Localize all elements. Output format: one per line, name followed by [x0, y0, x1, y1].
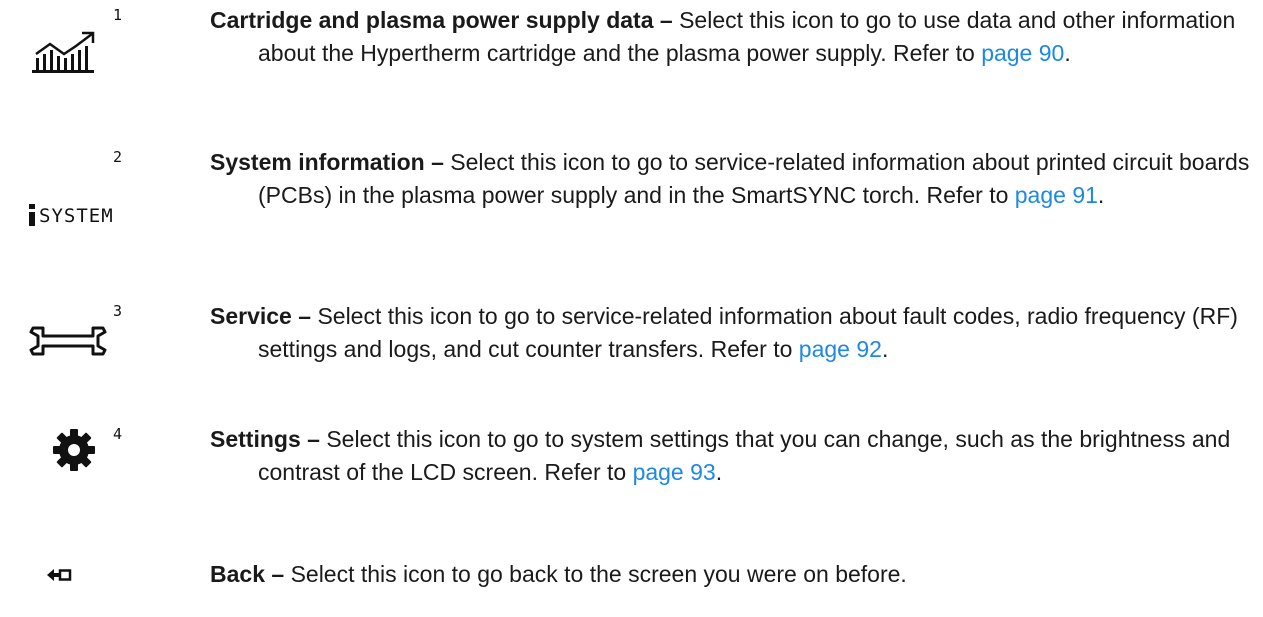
entry-term: Service [210, 303, 292, 329]
entry-dash: – [307, 426, 320, 452]
page-link[interactable]: page 93 [633, 459, 716, 485]
entry-dash: – [298, 303, 312, 329]
entry-description: Back – Select this icon to go back to th… [210, 558, 1263, 591]
back-arrow-icon[interactable] [46, 568, 72, 582]
entry-description: Service – Select this icon to go to serv… [210, 300, 1263, 366]
entry-description: System information – Select this icon to… [210, 146, 1263, 212]
page-link[interactable]: page 90 [981, 40, 1064, 66]
callout-number: 1 [113, 6, 123, 24]
entry-text: Select this icon to go to service-relate… [258, 303, 1238, 362]
entry-dash: – [271, 561, 285, 587]
page-link[interactable]: page 91 [1015, 182, 1098, 208]
entry-dash: – [659, 7, 673, 33]
system-icon-label: SYSTEM [39, 205, 114, 227]
entry-dash: – [431, 149, 444, 175]
entry-text-after: . [1064, 40, 1071, 66]
entry-text-after: . [715, 459, 723, 485]
entry-description: Settings – Select this icon to go to sys… [210, 423, 1263, 489]
page-link[interactable]: page 92 [799, 336, 882, 362]
gear-icon[interactable] [52, 428, 96, 472]
entry-term: Cartridge and plasma power supply data [210, 7, 654, 33]
callout-number: 2 [113, 148, 123, 166]
entry-description: Cartridge and plasma power supply data –… [210, 4, 1263, 70]
chart-trend-icon[interactable] [30, 30, 98, 75]
entry-text: Select this icon to go back to the scree… [290, 561, 907, 587]
entry-term: System information [210, 149, 425, 175]
entry-text-after: . [881, 336, 889, 362]
callout-number: 3 [113, 302, 123, 320]
wrench-icon[interactable] [28, 320, 108, 362]
system-info-icon[interactable]: SYSTEM [28, 202, 138, 230]
entry-text-after: . [1097, 182, 1105, 208]
entry-term: Settings [210, 426, 301, 452]
entry-text: Select this icon to go to system setting… [258, 426, 1231, 485]
entry-term: Back [210, 561, 265, 587]
callout-number: 4 [113, 425, 123, 443]
